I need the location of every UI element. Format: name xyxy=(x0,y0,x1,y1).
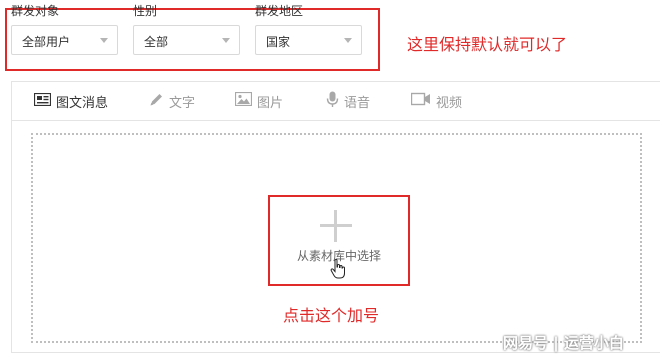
gender-select[interactable]: 全部 xyxy=(133,25,240,55)
tab-voice[interactable]: 语音 xyxy=(326,82,370,120)
tab-voice-label: 语音 xyxy=(344,95,371,111)
tab-image-label: 图片 xyxy=(257,95,284,111)
tab-text-label: 文字 xyxy=(169,95,196,111)
microphone-icon xyxy=(326,91,339,112)
region-select-value: 国家 xyxy=(266,35,291,49)
tab-video[interactable]: 视频 xyxy=(410,82,463,120)
filters-annotation: 这里保持默认就可以了 xyxy=(407,35,568,54)
message-type-tabs: 图文消息 文字 图片 语音 视频 xyxy=(12,82,660,121)
filter-audience-label: 群发对象 xyxy=(11,4,60,18)
plus-annotation: 点击这个加号 xyxy=(283,306,380,325)
image-icon xyxy=(234,91,253,110)
tab-text[interactable]: 文字 xyxy=(149,82,195,120)
chevron-down-icon xyxy=(344,38,352,43)
pencil-icon xyxy=(149,92,164,111)
video-icon xyxy=(410,92,431,110)
choose-from-library-button[interactable]: 从素材库中选择 xyxy=(268,195,410,286)
hand-cursor-icon xyxy=(330,258,346,283)
watermark: 网易号 | 运营小白 xyxy=(503,334,624,352)
gender-select-value: 全部 xyxy=(144,35,169,49)
tab-image[interactable]: 图片 xyxy=(234,82,284,120)
tab-video-label: 视频 xyxy=(436,95,463,111)
audience-select[interactable]: 全部用户 xyxy=(11,25,118,55)
region-select[interactable]: 国家 xyxy=(255,25,362,55)
tab-news-label: 图文消息 xyxy=(56,95,109,111)
audience-select-value: 全部用户 xyxy=(22,35,71,49)
filter-gender-label: 性别 xyxy=(133,4,158,18)
tab-news[interactable]: 图文消息 xyxy=(33,82,109,120)
news-icon xyxy=(33,92,52,110)
chevron-down-icon xyxy=(100,38,108,43)
filter-region-label: 群发地区 xyxy=(255,4,304,18)
chevron-down-icon xyxy=(222,38,230,43)
